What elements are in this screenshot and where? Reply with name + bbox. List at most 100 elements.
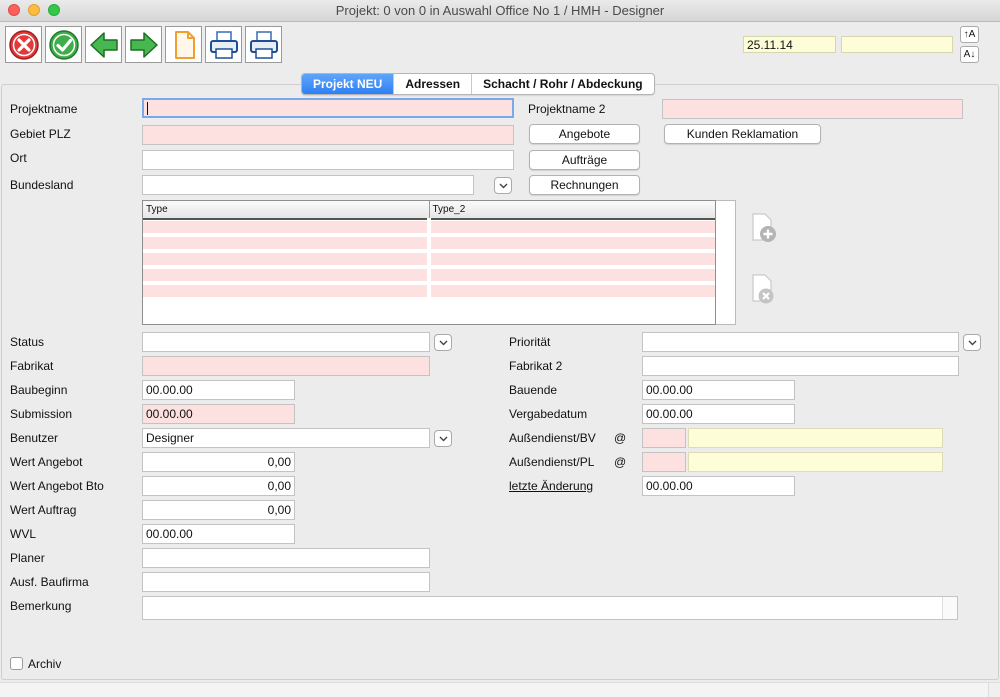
baufirma-label: Ausf. Baufirma (10, 575, 89, 589)
table-row[interactable] (143, 283, 715, 300)
rechnungen-button[interactable]: Rechnungen (529, 175, 640, 195)
wert-angebot-label: Wert Angebot (10, 455, 83, 469)
kunden-reklamation-button[interactable]: Kunden Reklamation (664, 124, 821, 144)
aussendienst-pl-code-input[interactable] (642, 452, 686, 472)
vergabedatum-input[interactable]: 00.00.00 (642, 404, 795, 424)
horizontal-scrollbar[interactable] (0, 682, 988, 697)
close-window-button[interactable] (8, 4, 20, 16)
print-preview-button[interactable] (245, 26, 282, 63)
document-add-icon (752, 213, 776, 242)
gebiet-plz-input[interactable] (142, 125, 514, 145)
bundesland-dropdown-button[interactable] (494, 177, 512, 194)
wert-angebot-bto-label: Wert Angebot Bto (10, 479, 104, 493)
table-cell[interactable] (143, 267, 431, 284)
column-header-type[interactable]: Type (143, 201, 430, 220)
baubeginn-label: Baubeginn (10, 383, 68, 397)
aussendienst-bv-code-input[interactable] (642, 428, 686, 448)
aussendienst-bv-at-label: @ (614, 431, 627, 445)
print-button[interactable] (205, 26, 242, 63)
cancel-icon (8, 29, 39, 60)
table-cell[interactable] (429, 267, 715, 284)
planer-label: Planer (10, 551, 45, 565)
aussendienst-pl-at-label: @ (614, 455, 627, 469)
baubeginn-input[interactable]: 00.00.00 (142, 380, 295, 400)
tab-bar: Projekt NEU Adressen Schacht / Rohr / Ab… (301, 73, 655, 95)
table-cell[interactable] (429, 219, 715, 236)
aussendienst-pl-name-field (688, 452, 943, 472)
prioritaet-dropdown-button[interactable] (963, 334, 981, 351)
angebote-button[interactable]: Angebote (529, 124, 640, 144)
auftraege-button[interactable]: Aufträge (529, 150, 640, 170)
tab-schacht-rohr-abdeckung[interactable]: Schacht / Rohr / Abdeckung (472, 74, 654, 94)
benutzer-input[interactable]: Designer (142, 428, 430, 448)
letzte-aenderung-link[interactable]: letzte Änderung (509, 478, 593, 494)
table-cell[interactable] (429, 251, 715, 268)
benutzer-dropdown-button[interactable] (434, 430, 452, 447)
table-cell[interactable] (429, 235, 715, 252)
font-size-up-button[interactable]: ↑A (960, 26, 979, 43)
table-cell[interactable] (143, 235, 431, 252)
gebiet-plz-label: Gebiet PLZ (10, 127, 71, 141)
back-button[interactable] (85, 26, 122, 63)
fabrikat-input[interactable] (142, 356, 430, 376)
table-scrollbar[interactable] (716, 200, 736, 325)
submission-input[interactable]: 00.00.00 (142, 404, 295, 424)
font-size-down-button[interactable]: A↓ (960, 46, 979, 63)
projektname-input[interactable] (142, 98, 514, 118)
fabrikat2-input[interactable] (642, 356, 959, 376)
column-header-type2[interactable]: Type_2 (429, 201, 715, 220)
table-row[interactable] (143, 219, 715, 236)
minimize-window-button[interactable] (28, 4, 40, 16)
bemerkung-input[interactable] (142, 596, 958, 620)
projektname2-input[interactable] (662, 99, 963, 119)
tab-adressen[interactable]: Adressen (394, 74, 473, 94)
table-row[interactable] (143, 235, 715, 252)
bundesland-label: Bundesland (10, 178, 74, 192)
bundesland-input[interactable] (142, 175, 474, 195)
aussendienst-pl-label: Außendienst/PL (509, 455, 595, 469)
bauende-input[interactable]: 00.00.00 (642, 380, 795, 400)
remove-row-button[interactable] (750, 273, 780, 307)
forward-button[interactable] (125, 26, 162, 63)
wert-angebot-input[interactable]: 0,00 (142, 452, 295, 472)
chevron-down-icon (968, 340, 976, 345)
chevron-down-icon (439, 436, 447, 441)
ort-input[interactable] (142, 150, 514, 170)
chevron-down-icon (439, 340, 447, 345)
arrow-right-icon (129, 31, 158, 58)
wert-auftrag-label: Wert Auftrag (10, 503, 77, 517)
resize-corner[interactable] (988, 682, 1000, 697)
table-row[interactable] (143, 267, 715, 284)
baufirma-input[interactable] (142, 572, 430, 592)
chevron-down-icon (499, 183, 507, 188)
tab-projekt-neu[interactable]: Projekt NEU (302, 74, 395, 94)
checkmark-icon (48, 29, 79, 60)
bemerkung-label: Bemerkung (10, 599, 72, 613)
add-row-button[interactable] (750, 212, 780, 246)
table-row[interactable] (143, 251, 715, 268)
table-cell[interactable] (143, 283, 431, 300)
fabrikat-label: Fabrikat (10, 359, 54, 373)
window-title: Projekt: 0 von 0 in Auswahl Office No 1 … (335, 3, 665, 18)
planer-input[interactable] (142, 548, 430, 568)
table-cell[interactable] (143, 219, 431, 236)
submission-label: Submission (10, 407, 73, 421)
status-dropdown-button[interactable] (434, 334, 452, 351)
prioritaet-input[interactable] (642, 332, 959, 352)
table-cell[interactable] (429, 283, 715, 300)
status-input[interactable] (142, 332, 430, 352)
zoom-window-button[interactable] (48, 4, 60, 16)
new-document-button[interactable] (165, 26, 202, 63)
aussendienst-bv-name-field (688, 428, 943, 448)
archiv-checkbox[interactable] (10, 657, 23, 670)
letzte-aenderung-input[interactable]: 00.00.00 (642, 476, 795, 496)
confirm-button[interactable] (45, 26, 82, 63)
type-table: Type Type_2 (142, 200, 716, 325)
cancel-button[interactable] (5, 26, 42, 63)
wvl-input[interactable]: 00.00.00 (142, 524, 295, 544)
bemerkung-scrollbar[interactable] (942, 597, 957, 619)
wert-auftrag-input[interactable]: 0,00 (142, 500, 295, 520)
wert-angebot-bto-input[interactable]: 0,00 (142, 476, 295, 496)
table-cell[interactable] (143, 251, 431, 268)
vergabedatum-label: Vergabedatum (509, 407, 588, 421)
